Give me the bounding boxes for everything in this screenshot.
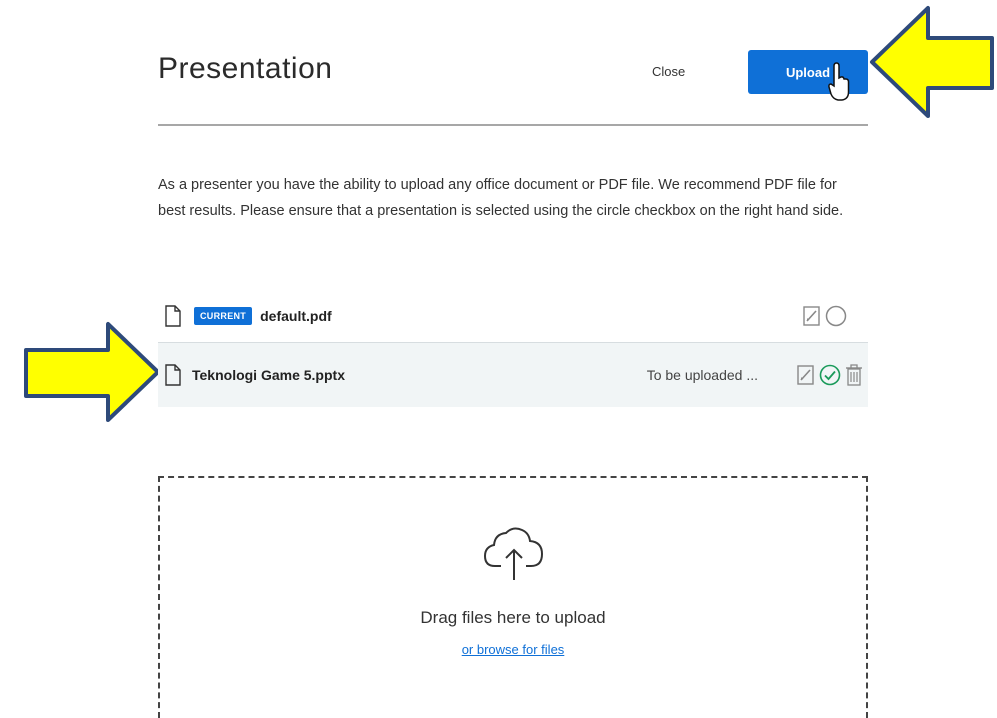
- circle-select-icon[interactable]: [824, 304, 848, 328]
- cloud-upload-icon: [483, 527, 544, 580]
- file-name: Teknologi Game 5.pptx: [192, 367, 345, 383]
- hand-cursor-icon: [828, 62, 850, 101]
- file-icon: [165, 364, 181, 386]
- browse-files-link[interactable]: or browse for files: [160, 642, 866, 657]
- presentation-modal: Presentation Close Upload As a presenter…: [158, 0, 868, 718]
- file-actions: [796, 363, 864, 387]
- description-text: As a presenter you have the ability to u…: [158, 177, 844, 219]
- upload-status: To be uploaded ...: [646, 367, 758, 383]
- file-name: default.pdf: [260, 308, 332, 324]
- edit-icon[interactable]: [796, 363, 816, 387]
- file-row-pending[interactable]: Teknologi Game 5.pptx To be uploaded ...: [158, 343, 868, 407]
- close-button[interactable]: Close: [652, 64, 685, 79]
- trash-icon[interactable]: [844, 363, 864, 387]
- arrow-annotation-file: [24, 322, 160, 422]
- upload-button[interactable]: Upload: [748, 50, 868, 94]
- drag-text: Drag files here to upload: [420, 608, 606, 627]
- edit-icon[interactable]: [802, 304, 822, 328]
- header-divider: [158, 124, 868, 126]
- file-icon: [165, 305, 181, 327]
- modal-title: Presentation: [158, 52, 333, 85]
- current-badge: CURRENT: [194, 307, 253, 325]
- check-circle-icon[interactable]: [818, 363, 842, 387]
- file-row-current[interactable]: CURRENT default.pdf: [158, 290, 868, 343]
- file-dropzone[interactable]: Drag files here to upload or browse for …: [158, 476, 868, 718]
- file-actions: [802, 304, 848, 328]
- arrow-annotation-upload: [870, 6, 994, 118]
